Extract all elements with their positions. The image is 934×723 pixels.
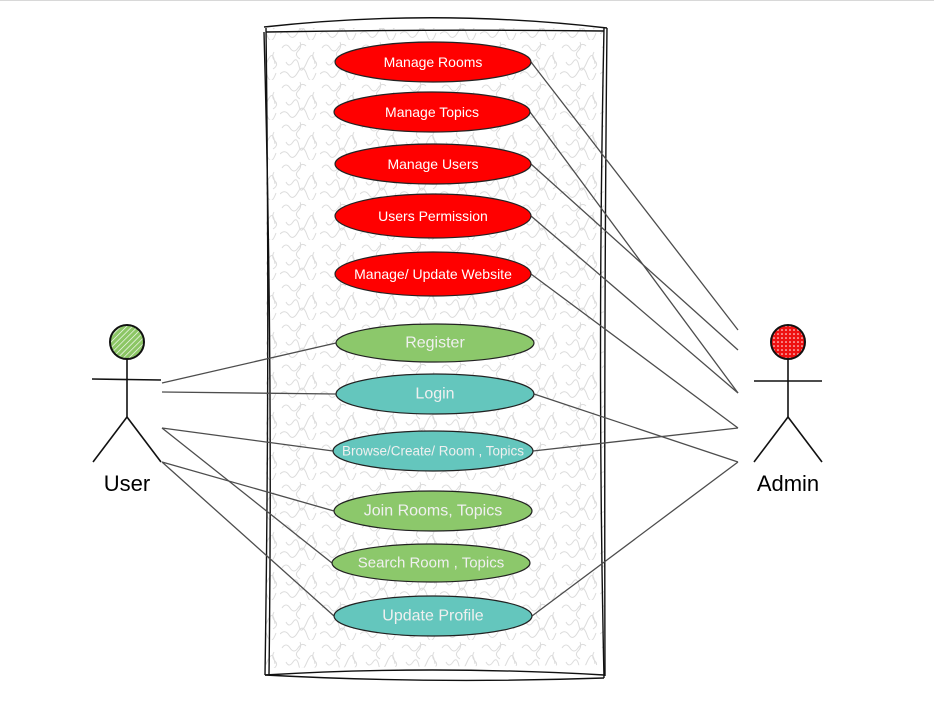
- use-case-register[interactable]: Register: [335, 323, 535, 363]
- use-case-manage-update-website[interactable]: Manage/ Update Website: [334, 251, 532, 297]
- use-case-users-permission[interactable]: Users Permission: [334, 193, 532, 239]
- use-case-browse-create[interactable]: Browse/Create/ Room , Topics: [332, 430, 534, 472]
- user-left-leg: [92, 416, 128, 463]
- use-case-manage-users[interactable]: Manage Users: [334, 143, 532, 185]
- use-case-label: Update Profile: [382, 608, 483, 625]
- use-case-label: Manage Rooms: [384, 54, 483, 70]
- actor-user[interactable]: User: [91, 324, 162, 496]
- use-case-update-profile[interactable]: Update Profile: [333, 595, 533, 637]
- use-case-label: Manage/ Update Website: [354, 266, 512, 282]
- use-case-join-rooms[interactable]: Join Rooms, Topics: [333, 490, 533, 532]
- user-head-icon: [109, 324, 145, 360]
- use-case-label: Register: [405, 335, 465, 352]
- use-case-manage-rooms[interactable]: Manage Rooms: [334, 41, 532, 83]
- user-label: User: [104, 471, 150, 496]
- admin-head-icon: [770, 324, 806, 360]
- admin-label: Admin: [757, 471, 819, 496]
- user-arms: [91, 378, 162, 381]
- use-case-label: Search Room , Topics: [358, 555, 504, 572]
- use-case-diagram: Manage Rooms Manage Topics Manage Users Use…: [91, 17, 823, 682]
- use-case-manage-topics[interactable]: Manage Topics: [333, 91, 531, 133]
- admin-left-leg: [753, 416, 789, 463]
- use-case-search-room[interactable]: Search Room , Topics: [331, 543, 531, 583]
- use-case-label: Users Permission: [378, 208, 488, 224]
- user-right-leg: [126, 416, 162, 463]
- use-case-login[interactable]: Login: [335, 373, 535, 415]
- use-case-label: Manage Topics: [385, 104, 479, 120]
- use-case-label: Login: [415, 386, 454, 403]
- use-case-label: Join Rooms, Topics: [364, 503, 502, 520]
- admin-right-leg: [787, 416, 823, 463]
- actor-admin[interactable]: Admin: [753, 324, 823, 496]
- use-case-label: Browse/Create/ Room , Topics: [342, 444, 524, 459]
- use-case-label: Manage Users: [387, 156, 478, 172]
